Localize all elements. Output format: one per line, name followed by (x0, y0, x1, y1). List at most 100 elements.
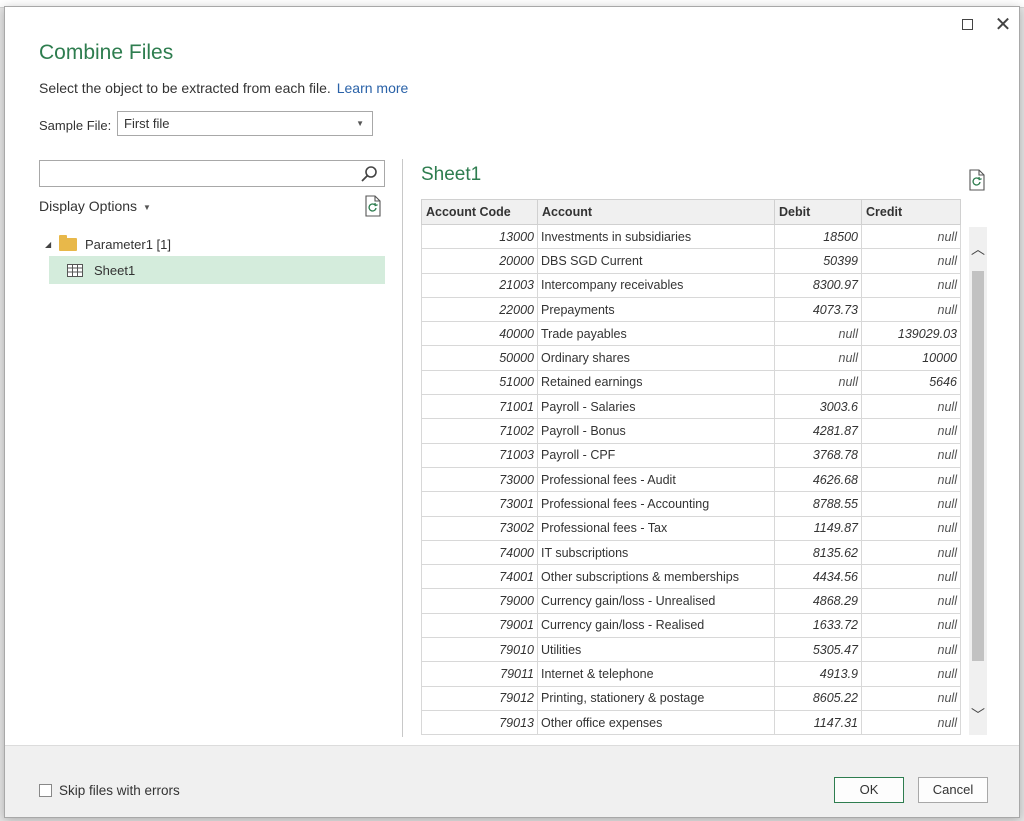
account-code-cell[interactable]: 50000 (421, 345, 538, 371)
debit-cell[interactable]: 1149.87 (774, 515, 862, 541)
account-name-cell[interactable]: Payroll - Bonus (537, 418, 775, 444)
credit-cell[interactable]: null (861, 394, 961, 420)
debit-cell[interactable]: 1633.72 (774, 612, 862, 639)
credit-cell[interactable]: null (861, 248, 961, 274)
account-code-cell[interactable]: 74000 (421, 539, 538, 566)
table-row[interactable]: 21003 Intercompany receivables 8300.97 null (421, 272, 961, 298)
account-code-cell[interactable]: 20000 (421, 248, 538, 274)
account-code-cell[interactable]: 79000 (421, 588, 538, 614)
credit-cell[interactable]: null (861, 515, 961, 541)
search-input[interactable] (40, 161, 350, 186)
table-row[interactable]: 79012 Printing, stationery & postage 8605.… (421, 685, 961, 711)
tree-item-sheet1[interactable]: Sheet1 (49, 256, 385, 284)
debit-cell[interactable]: 8300.97 (774, 272, 862, 298)
debit-cell[interactable]: 4073.73 (774, 296, 862, 323)
credit-cell[interactable]: null (861, 442, 961, 468)
credit-cell[interactable]: 5646 (861, 369, 961, 396)
account-code-cell[interactable]: 79010 (421, 637, 538, 663)
credit-cell[interactable]: null (861, 612, 961, 639)
debit-cell[interactable]: null (774, 369, 862, 396)
table-row[interactable]: 74001 Other subscriptions & memberships 44… (421, 564, 961, 590)
account-name-cell[interactable]: Ordinary shares (537, 345, 775, 371)
table-row[interactable]: 79013 Other office expenses 1147.31 null (421, 709, 961, 736)
table-row[interactable]: 79010 Utilities 5305.47 null (421, 637, 961, 663)
table-row[interactable]: 71001 Payroll - Salaries 3003.6 null (421, 394, 961, 420)
column-header[interactable]: Account Code (421, 199, 538, 225)
credit-cell[interactable]: null (861, 661, 961, 687)
account-name-cell[interactable]: Payroll - Salaries (537, 394, 775, 420)
chevron-down-icon[interactable]: ﹀ (969, 705, 987, 723)
credit-cell[interactable]: 10000 (861, 345, 961, 371)
debit-cell[interactable]: 8135.62 (774, 539, 862, 566)
cancel-button[interactable]: Cancel (918, 777, 988, 803)
account-name-cell[interactable]: DBS SGD Current (537, 248, 775, 274)
account-code-cell[interactable]: 73001 (421, 491, 538, 517)
account-code-cell[interactable]: 73002 (421, 515, 538, 541)
table-row[interactable]: 22000 Prepayments 4073.73 null (421, 296, 961, 323)
credit-cell[interactable]: null (861, 564, 961, 590)
debit-cell[interactable]: 4434.56 (774, 564, 862, 590)
account-code-cell[interactable]: 21003 (421, 272, 538, 298)
credit-cell[interactable]: null (861, 588, 961, 614)
credit-cell[interactable]: null (861, 418, 961, 444)
debit-cell[interactable]: 18500 (774, 223, 862, 250)
account-name-cell[interactable]: Other office expenses (537, 709, 775, 736)
column-header[interactable]: Account (537, 199, 775, 225)
account-code-cell[interactable]: 73000 (421, 466, 538, 493)
account-name-cell[interactable]: IT subscriptions (537, 539, 775, 566)
refresh-icon[interactable] (967, 169, 987, 191)
credit-cell[interactable]: 139029.03 (861, 321, 961, 347)
table-row[interactable]: 74000 IT subscriptions 8135.62 null (421, 539, 961, 566)
debit-cell[interactable]: 1147.31 (774, 709, 862, 736)
account-code-cell[interactable]: 79012 (421, 685, 538, 711)
table-row[interactable]: 51000 Retained earnings null 5646 (421, 369, 961, 396)
account-name-cell[interactable]: Payroll - CPF (537, 442, 775, 468)
account-name-cell[interactable]: Trade payables (537, 321, 775, 347)
credit-cell[interactable]: null (861, 466, 961, 493)
debit-cell[interactable]: 3003.6 (774, 394, 862, 420)
account-name-cell[interactable]: Other subscriptions & memberships (537, 564, 775, 590)
account-code-cell[interactable]: 13000 (421, 223, 538, 250)
account-code-cell[interactable]: 22000 (421, 296, 538, 323)
account-name-cell[interactable]: Currency gain/loss - Unrealised (537, 588, 775, 614)
skip-files-option[interactable]: Skip files with errors (39, 783, 180, 798)
account-name-cell[interactable]: Internet & telephone (537, 661, 775, 687)
debit-cell[interactable]: null (774, 345, 862, 371)
credit-cell[interactable]: null (861, 272, 961, 298)
account-name-cell[interactable]: Printing, stationery & postage (537, 685, 775, 711)
debit-cell[interactable]: null (774, 321, 862, 347)
debit-cell[interactable]: 4868.29 (774, 588, 862, 614)
table-row[interactable]: 40000 Trade payables null 139029.03 (421, 321, 961, 347)
credit-cell[interactable]: null (861, 491, 961, 517)
debit-cell[interactable]: 50399 (774, 248, 862, 274)
learn-more-link[interactable]: Learn more (337, 80, 409, 96)
expand-icon[interactable]: ◢ (45, 240, 57, 249)
account-code-cell[interactable]: 51000 (421, 369, 538, 396)
refresh-icon[interactable] (363, 195, 383, 217)
table-row[interactable]: 73002 Professional fees - Tax 1149.87 null (421, 515, 961, 541)
credit-cell[interactable]: null (861, 223, 961, 250)
display-options-menu[interactable]: Display Options ▼ (39, 198, 151, 214)
scroll-thumb[interactable] (972, 271, 984, 661)
table-row[interactable]: 73001 Professional fees - Accounting 8788.… (421, 491, 961, 517)
debit-cell[interactable]: 8605.22 (774, 685, 862, 711)
maximize-icon[interactable] (955, 13, 979, 37)
panel-divider[interactable] (402, 159, 403, 737)
account-code-cell[interactable]: 71002 (421, 418, 538, 444)
account-code-cell[interactable]: 79011 (421, 661, 538, 687)
table-row[interactable]: 71002 Payroll - Bonus 4281.87 null (421, 418, 961, 444)
account-code-cell[interactable]: 71003 (421, 442, 538, 468)
column-header[interactable]: Credit (861, 199, 961, 225)
table-row[interactable]: 20000 DBS SGD Current 50399 null (421, 248, 961, 274)
account-name-cell[interactable]: Professional fees - Audit (537, 466, 775, 493)
table-row[interactable]: 79011 Internet & telephone 4913.9 null (421, 661, 961, 687)
credit-cell[interactable]: null (861, 685, 961, 711)
table-row[interactable]: 79000 Currency gain/loss - Unrealised 4868… (421, 588, 961, 614)
debit-cell[interactable]: 5305.47 (774, 637, 862, 663)
tree-item-parameter[interactable]: ◢ Parameter1 [1] (45, 233, 171, 255)
account-code-cell[interactable]: 79001 (421, 612, 538, 639)
account-name-cell[interactable]: Currency gain/loss - Realised (537, 612, 775, 639)
account-name-cell[interactable]: Prepayments (537, 296, 775, 323)
table-row[interactable]: 73000 Professional fees - Audit 4626.68 nul… (421, 466, 961, 493)
account-name-cell[interactable]: Professional fees - Tax (537, 515, 775, 541)
